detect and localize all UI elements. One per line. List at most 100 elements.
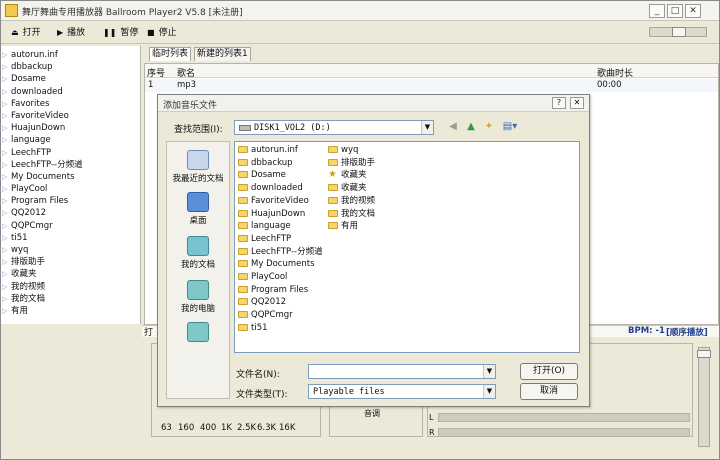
tree-item[interactable]: ▷ ti51 <box>1 232 140 244</box>
tree-item[interactable]: ▷ My Documents <box>1 171 140 183</box>
tree-item[interactable]: ▷ 排版助手 <box>1 256 140 268</box>
table-row[interactable]: 1 mp3 00:00 <box>145 79 718 92</box>
play-button[interactable]: ▶ 播放 <box>57 26 85 40</box>
look-in-combo[interactable]: DISK1_VOL2 (D:) ▼ <box>234 120 434 135</box>
expand-icon[interactable]: ▷ <box>2 232 7 244</box>
list-item[interactable]: QQPCmgr <box>238 309 293 321</box>
expand-icon[interactable]: ▷ <box>2 171 7 183</box>
list-item[interactable]: 排版助手 <box>328 157 375 169</box>
expand-icon[interactable]: ▷ <box>2 110 7 122</box>
folder-tree[interactable]: ▷ autorun.inf ▷ dbbackup ▷ Dosame ▷ downloaded ▷… <box>1 46 141 324</box>
list-item[interactable]: autorun.inf <box>238 144 298 156</box>
file-type-select[interactable]: Playable files ▼ <box>308 384 496 399</box>
stop-button[interactable]: ■ 停止 <box>147 26 177 40</box>
tree-item[interactable]: ▷ FavoriteVideo <box>1 110 140 122</box>
list-item[interactable]: 我的视频 <box>328 195 375 207</box>
expand-icon[interactable]: ▷ <box>2 207 7 219</box>
master-volume-slider[interactable] <box>697 347 711 447</box>
expand-icon[interactable]: ▷ <box>2 195 7 207</box>
tree-item[interactable]: ▷ autorun.inf <box>1 49 140 61</box>
expand-icon[interactable]: ▷ <box>2 98 7 110</box>
expand-icon[interactable]: ▷ <box>2 73 7 85</box>
master-volume-thumb[interactable] <box>697 350 711 358</box>
maximize-button[interactable]: □ <box>667 4 683 18</box>
tree-item[interactable]: ▷ 我的文档 <box>1 293 140 305</box>
list-item[interactable]: PlayCool <box>238 271 287 283</box>
list-item[interactable]: FavoriteVideo <box>238 195 309 207</box>
volume-slider-thumb[interactable] <box>672 27 686 37</box>
dialog-close-button[interactable]: ✕ <box>570 97 584 109</box>
file-name-input[interactable]: ▼ <box>308 364 496 379</box>
tree-item[interactable]: ▷ downloaded <box>1 86 140 98</box>
list-item[interactable]: ★ 收藏夹 <box>328 169 367 181</box>
expand-icon[interactable]: ▷ <box>2 268 7 280</box>
open-file-button[interactable]: 打开(O) <box>520 363 578 380</box>
file-list[interactable]: autorun.inf dbbackup Dosame downloaded Favor… <box>234 141 580 353</box>
list-item[interactable]: wyq <box>328 144 358 156</box>
expand-icon[interactable]: ▷ <box>2 220 7 232</box>
tree-item[interactable]: ▷ dbbackup <box>1 61 140 73</box>
tree-item[interactable]: ▷ wyq <box>1 244 140 256</box>
tree-item[interactable]: ▷ QQPCmgr <box>1 220 140 232</box>
expand-icon[interactable]: ▷ <box>2 281 7 293</box>
expand-icon[interactable]: ▷ <box>2 147 7 159</box>
chevron-down-icon[interactable]: ▼ <box>483 385 495 398</box>
list-item[interactable]: 收藏夹 <box>328 182 367 194</box>
tree-item[interactable]: ▷ LeechFTP--分频道 <box>1 159 140 171</box>
back-icon[interactable]: ◀ <box>446 120 460 134</box>
col-index[interactable]: 序号 <box>147 66 165 79</box>
list-item[interactable]: language <box>238 220 291 232</box>
list-item[interactable]: Program Files <box>238 284 308 296</box>
expand-icon[interactable]: ▷ <box>2 122 7 134</box>
open-button[interactable]: ⏏ 打开 <box>11 26 41 40</box>
list-item[interactable]: LeechFTP <box>238 233 291 245</box>
expand-icon[interactable]: ▷ <box>2 305 7 317</box>
volume-slider[interactable] <box>649 27 707 37</box>
tab-temp-list[interactable]: 临时列表 <box>149 47 192 61</box>
place-network[interactable] <box>167 322 229 344</box>
close-button[interactable]: ✕ <box>685 4 701 18</box>
expand-icon[interactable]: ▷ <box>2 86 7 98</box>
expand-icon[interactable]: ▷ <box>2 244 7 256</box>
list-item[interactable]: 有用 <box>328 220 358 232</box>
tree-item[interactable]: ▷ HuajunDown <box>1 122 140 134</box>
col-name[interactable]: 歌名 <box>177 66 195 79</box>
list-item[interactable]: dbbackup <box>238 157 293 169</box>
tree-item[interactable]: ▷ PlayCool <box>1 183 140 195</box>
list-item[interactable]: 我的文档 <box>328 208 375 220</box>
chevron-down-icon[interactable]: ▼ <box>483 365 495 378</box>
tree-item[interactable]: ▷ Favorites <box>1 98 140 110</box>
list-item[interactable]: HuajunDown <box>238 208 305 220</box>
tree-item[interactable]: ▷ Dosame <box>1 73 140 85</box>
expand-icon[interactable]: ▷ <box>2 61 7 73</box>
list-item[interactable]: My Documents <box>238 258 315 270</box>
minimize-button[interactable]: _ <box>649 4 665 18</box>
up-folder-icon[interactable]: ▲ <box>464 120 478 134</box>
expand-icon[interactable]: ▷ <box>2 49 7 61</box>
list-item[interactable]: ti51 <box>238 322 268 334</box>
expand-icon[interactable]: ▷ <box>2 159 7 171</box>
expand-icon[interactable]: ▷ <box>2 183 7 195</box>
view-menu-icon[interactable]: ▤▾ <box>500 120 520 134</box>
list-item[interactable]: Dosame <box>238 169 286 181</box>
tree-item[interactable]: ▷ 收藏夹 <box>1 268 140 280</box>
chevron-down-icon[interactable]: ▼ <box>421 121 433 134</box>
place-desktop[interactable]: 桌面 <box>167 192 229 226</box>
place-my-documents[interactable]: 我的文档 <box>167 236 229 270</box>
tree-item[interactable]: ▷ LeechFTP <box>1 147 140 159</box>
new-folder-icon[interactable]: ✦ <box>482 120 496 134</box>
tree-item[interactable]: ▷ Program Files <box>1 195 140 207</box>
pause-button[interactable]: ❚❚ 暂停 <box>103 26 138 40</box>
list-item[interactable]: LeechFTP--分频道 <box>238 246 323 258</box>
tree-item[interactable]: ▷ 我的视频 <box>1 281 140 293</box>
expand-icon[interactable]: ▷ <box>2 134 7 146</box>
place-recent[interactable]: 我最近的文档 <box>167 150 229 184</box>
expand-icon[interactable]: ▷ <box>2 293 7 305</box>
place-my-computer[interactable]: 我的电脑 <box>167 280 229 314</box>
expand-icon[interactable]: ▷ <box>2 256 7 268</box>
col-duration[interactable]: 歌曲时长 <box>597 66 633 79</box>
tree-item[interactable]: ▷ language <box>1 134 140 146</box>
tree-item[interactable]: ▷ QQ2012 <box>1 207 140 219</box>
tree-item[interactable]: ▷ 有用 <box>1 305 140 317</box>
list-item[interactable]: QQ2012 <box>238 296 286 308</box>
